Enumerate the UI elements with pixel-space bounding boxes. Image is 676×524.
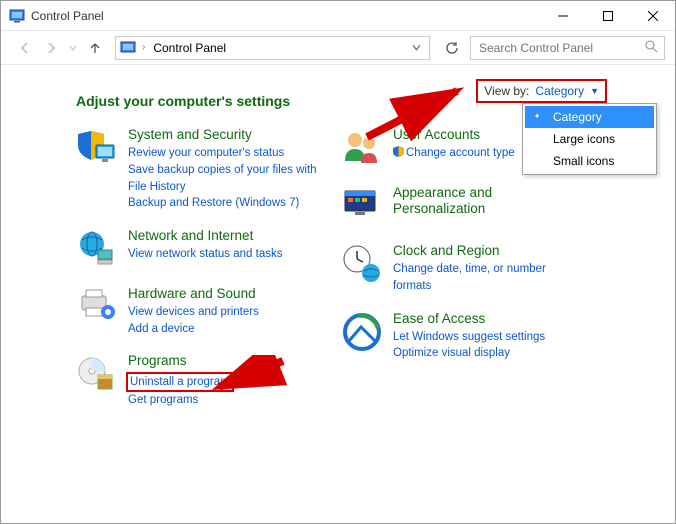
view-by-dropdown: Category Large icons Small icons [522, 103, 657, 175]
content-area: Adjust your computer's settings View by:… [1, 65, 675, 435]
category-hardware-sound: Hardware and Sound View devices and prin… [76, 286, 331, 338]
highlight-uninstall: Uninstall a program [126, 372, 234, 393]
category-title[interactable]: Appearance and Personalization [393, 185, 576, 217]
category-title[interactable]: Network and Internet [128, 228, 331, 244]
toolbar: › Control Panel [1, 31, 675, 65]
category-title[interactable]: Hardware and Sound [128, 286, 331, 302]
sublink[interactable]: View network status and tasks [128, 246, 331, 263]
sublink[interactable]: Review your computer's status [128, 145, 331, 162]
globe-network-icon [76, 228, 118, 270]
category-system-security: System and Security Review your computer… [76, 127, 331, 212]
sublink[interactable]: Change date, time, or number formats [393, 261, 576, 294]
breadcrumb-chevron-icon: › [142, 42, 145, 53]
monitor-paint-icon [341, 185, 383, 227]
search-box[interactable] [470, 36, 665, 60]
dropdown-item-category[interactable]: Category [525, 106, 654, 128]
clock-globe-icon [341, 243, 383, 285]
window-title: Control Panel [31, 9, 540, 23]
refresh-button[interactable] [440, 36, 464, 60]
shield-monitor-icon [76, 127, 118, 169]
sublink[interactable]: View devices and printers [128, 304, 331, 321]
address-dropdown-icon[interactable] [412, 41, 425, 55]
category-appearance: Appearance and Personalization [341, 185, 576, 227]
sublink[interactable]: Get programs [128, 392, 331, 409]
disc-box-icon [76, 353, 118, 395]
view-by-control[interactable]: View by: Category ▼ [476, 79, 607, 103]
category-title[interactable]: System and Security [128, 127, 331, 143]
breadcrumb[interactable]: Control Panel [151, 41, 406, 55]
control-panel-addr-icon [120, 40, 136, 56]
back-button[interactable] [15, 38, 35, 58]
people-icon [341, 127, 383, 169]
shield-icon [393, 146, 404, 157]
sublink[interactable]: Add a device [128, 321, 331, 338]
sublink[interactable]: Save backup copies of your files with Fi… [128, 162, 331, 195]
category-programs: Programs Uninstall a program Get program… [76, 353, 331, 409]
sublink[interactable]: Optimize visual display [393, 345, 576, 362]
view-by-value[interactable]: Category [535, 84, 584, 98]
dropdown-item-large-icons[interactable]: Large icons [525, 128, 654, 150]
close-button[interactable] [630, 1, 675, 30]
sublink[interactable]: Let Windows suggest settings [393, 329, 576, 346]
address-bar[interactable]: › Control Panel [115, 36, 430, 60]
ease-access-icon [341, 311, 383, 353]
search-icon [645, 40, 658, 56]
category-title[interactable]: Clock and Region [393, 243, 576, 259]
titlebar: Control Panel [1, 1, 675, 31]
category-title[interactable]: Ease of Access [393, 311, 576, 327]
maximize-button[interactable] [585, 1, 630, 30]
sublink-uninstall-program[interactable]: Uninstall a program [130, 374, 230, 391]
view-by-label: View by: [484, 84, 529, 98]
forward-button[interactable] [41, 38, 61, 58]
up-button[interactable] [85, 38, 105, 58]
search-input[interactable] [477, 40, 639, 56]
recent-dropdown-icon[interactable] [67, 38, 79, 58]
category-ease-of-access: Ease of Access Let Windows suggest setti… [341, 311, 576, 363]
printer-icon [76, 286, 118, 328]
minimize-button[interactable] [540, 1, 585, 30]
control-panel-app-icon [9, 8, 25, 24]
sublink[interactable]: Backup and Restore (Windows 7) [128, 195, 331, 212]
category-network-internet: Network and Internet View network status… [76, 228, 331, 270]
dropdown-item-small-icons[interactable]: Small icons [525, 150, 654, 172]
category-title[interactable]: Programs [128, 353, 331, 369]
category-clock-region: Clock and Region Change date, time, or n… [341, 243, 576, 295]
chevron-down-icon: ▼ [590, 86, 599, 96]
